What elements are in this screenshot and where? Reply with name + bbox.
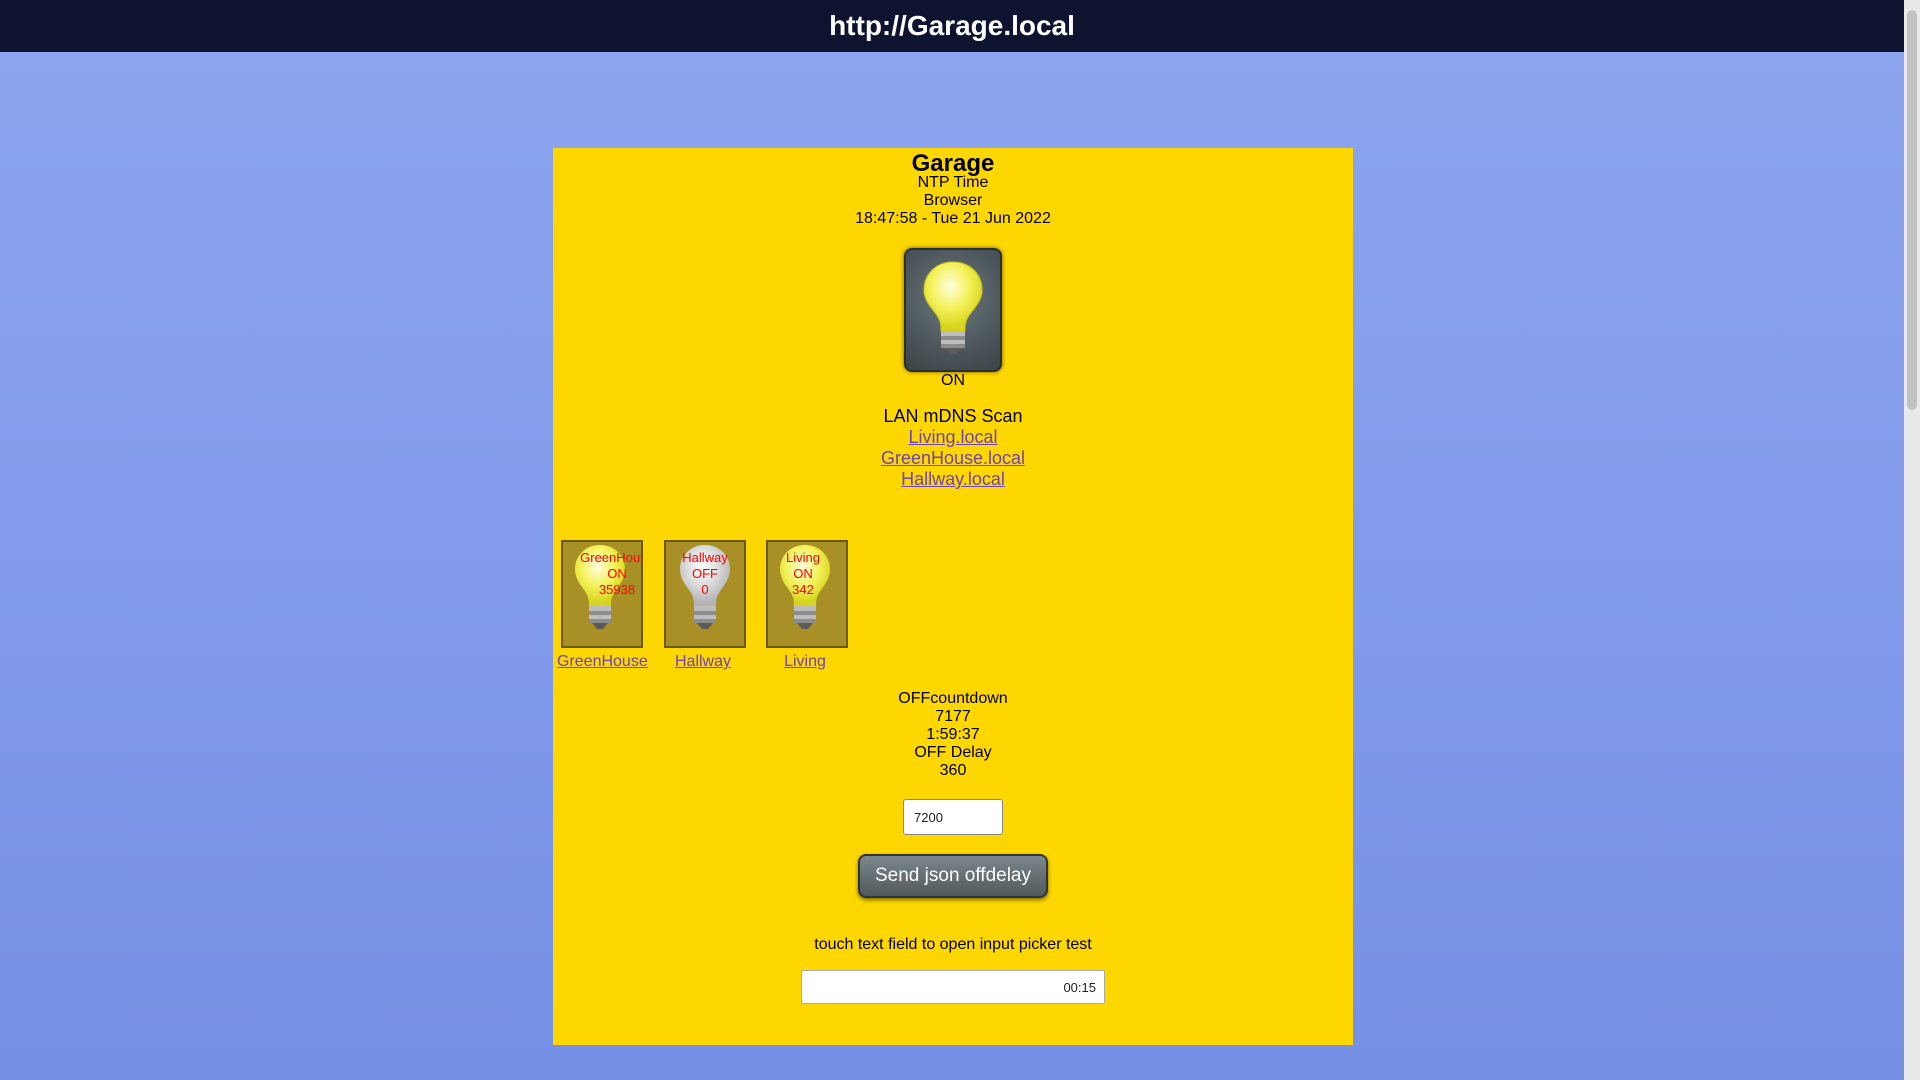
datetime: 18:47:58 - Tue 21 Jun 2022 (855, 210, 1051, 227)
node-state: OFF (692, 566, 718, 581)
node-name: Hallway (682, 550, 728, 565)
node-link-hallway[interactable]: Hallway (658, 653, 748, 671)
send-offdelay-button[interactable]: Send json offdelay (858, 854, 1048, 898)
off-delay-input[interactable] (903, 799, 1003, 835)
device-panel: Garage NTP Time Browser 18:47:58 - Tue 2… (553, 148, 1353, 1045)
time-client: Browser (923, 192, 983, 209)
node-tile-greenhouse[interactable]: GreenHouse ON 35938 (561, 540, 643, 648)
switch-state-label: ON (941, 372, 965, 389)
time-picker-input[interactable] (801, 970, 1105, 1004)
node-tile-living[interactable]: Living ON 342 (766, 540, 848, 648)
node-name: Living (786, 550, 820, 565)
scan-link-hallway[interactable]: Hallway.local (553, 469, 1353, 490)
off-countdown-label: OFFcountdown (898, 690, 1008, 707)
node-value: 0 (701, 582, 709, 597)
url-title-bar: http://Garage.local (0, 0, 1904, 52)
picker-test-label: touch text field to open input picker te… (814, 936, 1092, 953)
bulb-on-icon (923, 261, 983, 354)
node-info-living: Living ON 342 (768, 550, 842, 598)
node-info-greenhouse: GreenHouse ON 35938 (578, 550, 641, 598)
time-source: NTP Time (917, 174, 989, 191)
node-state: ON (793, 566, 813, 581)
scan-link-greenhouse[interactable]: GreenHouse.local (553, 448, 1353, 469)
node-name: GreenHouse (580, 550, 641, 565)
main-light-switch[interactable] (904, 248, 1002, 372)
scan-link-living[interactable]: Living.local (553, 427, 1353, 448)
off-countdown-hms: 1:59:37 (926, 726, 980, 743)
node-state: ON (607, 566, 627, 581)
page-scrollbar[interactable] (1904, 0, 1920, 1080)
off-countdown-seconds: 7177 (935, 708, 971, 725)
node-tile-hallway[interactable]: Hallway OFF 0 (664, 540, 746, 648)
scrollbar-thumb[interactable] (1907, 10, 1917, 410)
off-delay-label: OFF Delay (914, 744, 992, 761)
node-info-hallway: Hallway OFF 0 (666, 550, 744, 598)
node-value: 35938 (598, 582, 636, 597)
node-value: 342 (792, 582, 814, 597)
node-link-greenhouse[interactable]: GreenHouse (557, 653, 648, 671)
mdns-scan-title: LAN mDNS Scan (883, 406, 1023, 426)
node-link-living[interactable]: Living (760, 653, 850, 671)
off-delay-value: 360 (939, 762, 967, 779)
